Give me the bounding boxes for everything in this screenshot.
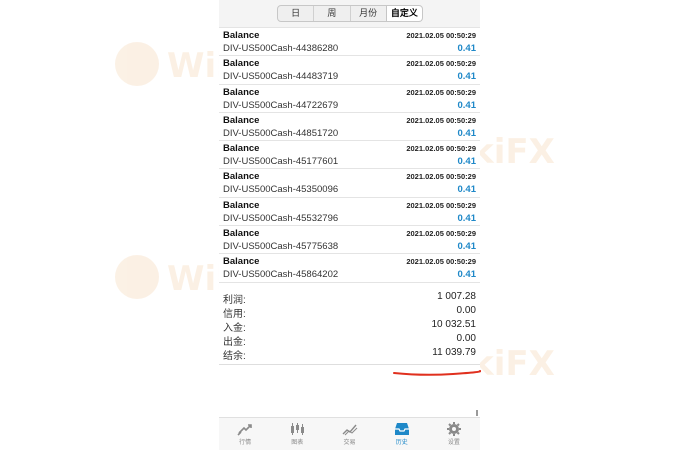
profit-label: 利润: bbox=[223, 295, 246, 306]
nav-trade-label: 交易 bbox=[343, 440, 356, 446]
nav-trade[interactable]: 交易 bbox=[323, 418, 375, 450]
deal-time: 2021.02.05 00:50:29 bbox=[406, 172, 476, 182]
deal-type: Balance bbox=[223, 171, 260, 183]
deal-symbol: DIV-US500Cash-45532796 bbox=[223, 212, 339, 224]
tab-custom[interactable]: 自定义 bbox=[386, 6, 422, 21]
credit-value: 0.00 bbox=[456, 305, 476, 316]
deal-time: 2021.02.05 00:50:29 bbox=[406, 115, 476, 125]
quotes-icon bbox=[237, 424, 252, 436]
deal-type: Balance bbox=[223, 30, 260, 41]
deal-time: 2021.02.05 00:50:29 bbox=[406, 87, 476, 97]
deal-time: 2021.02.05 00:50:29 bbox=[406, 31, 476, 40]
deal-amount: 0.41 bbox=[457, 156, 477, 168]
deal-symbol: DIV-US500Cash-44386280 bbox=[223, 43, 339, 54]
deal-type: Balance bbox=[223, 256, 260, 268]
deal-symbol: DIV-US500Cash-45864202 bbox=[223, 269, 339, 281]
deal-symbol: DIV-US500Cash-45350096 bbox=[223, 184, 339, 196]
deal-row[interactable]: Balance 2021.02.05 00:50:29 DIV-US500Cas… bbox=[219, 28, 480, 57]
deal-type: Balance bbox=[223, 143, 260, 155]
nav-chart-label: 图表 bbox=[291, 440, 304, 446]
withdrawal-value: 0.00 bbox=[456, 333, 476, 344]
red-underline-annotation bbox=[393, 370, 481, 376]
profit-value: 1 007.28 bbox=[437, 291, 476, 302]
summary-row-profit: 利润: 1 007.28 bbox=[219, 291, 480, 306]
deal-symbol: DIV-US500Cash-45775638 bbox=[223, 241, 339, 253]
tab-week[interactable]: 周 bbox=[314, 6, 351, 21]
period-segmented-control: 日 周 月份 自定义 bbox=[277, 5, 423, 22]
deal-amount: 0.41 bbox=[457, 43, 477, 54]
nav-quotes-label: 行情 bbox=[239, 440, 252, 446]
tab-day[interactable]: 日 bbox=[278, 6, 315, 21]
deal-row[interactable]: Balance 2021.02.05 00:50:29 DIV-US500Cas… bbox=[219, 56, 480, 85]
period-filter-bar: 日 周 月份 自定义 bbox=[219, 0, 480, 27]
credit-label: 信用: bbox=[223, 309, 246, 320]
deal-type: Balance bbox=[223, 86, 260, 98]
bottom-tab-bar: 行情 图表 交易 历史 设置 bbox=[219, 417, 480, 450]
settings-icon bbox=[446, 422, 461, 436]
nav-settings-label: 设置 bbox=[447, 440, 460, 446]
deals-list[interactable]: Balance 2021.02.05 00:50:29 DIV-US500Cas… bbox=[219, 6, 480, 283]
balance-label: 结余: bbox=[223, 351, 246, 362]
summary-row-deposit: 入金: 10 032.51 bbox=[219, 319, 480, 334]
deal-amount: 0.41 bbox=[457, 99, 477, 111]
deal-row[interactable]: Balance 2021.02.05 00:50:29 DIV-US500Cas… bbox=[219, 169, 480, 198]
deal-amount: 0.41 bbox=[457, 184, 477, 196]
deal-symbol: DIV-US500Cash-44722679 bbox=[223, 99, 339, 111]
summary-divider bbox=[219, 364, 480, 365]
deposit-label: 入金: bbox=[223, 323, 246, 334]
trade-icon bbox=[342, 424, 357, 436]
deal-amount: 0.41 bbox=[457, 269, 477, 281]
deal-type: Balance bbox=[223, 58, 260, 70]
deal-symbol: DIV-US500Cash-45177601 bbox=[223, 156, 339, 168]
deal-time: 2021.02.05 00:50:29 bbox=[406, 229, 476, 239]
deal-time: 2021.02.05 00:50:29 bbox=[406, 200, 476, 210]
deal-amount: 0.41 bbox=[457, 71, 477, 83]
deal-row[interactable]: Balance 2021.02.05 00:50:29 DIV-US500Cas… bbox=[219, 141, 480, 170]
deposit-value: 10 032.51 bbox=[431, 319, 477, 330]
withdrawal-label: 出金: bbox=[223, 337, 246, 348]
deal-row[interactable]: Balance 2021.02.05 00:50:29 DIV-US500Cas… bbox=[219, 226, 480, 255]
deal-row[interactable]: Balance 2021.02.05 00:50:29 DIV-US500Cas… bbox=[219, 254, 480, 283]
deal-row[interactable]: Balance 2021.02.05 00:50:29 DIV-US500Cas… bbox=[219, 198, 480, 227]
nav-history-label: 历史 bbox=[395, 440, 408, 446]
tab-month[interactable]: 月份 bbox=[351, 6, 387, 21]
deal-time: 2021.02.05 00:50:29 bbox=[406, 59, 476, 69]
nav-settings[interactable]: 设置 bbox=[428, 418, 480, 450]
summary-row-credit: 信用: 0.00 bbox=[219, 305, 480, 320]
deal-type: Balance bbox=[223, 228, 260, 240]
nav-quotes[interactable]: 行情 bbox=[219, 418, 271, 450]
deal-type: Balance bbox=[223, 199, 260, 211]
deal-type: Balance bbox=[223, 114, 260, 126]
summary-row-balance: 结余: 11 039.79 bbox=[219, 347, 480, 362]
summary-row-withdrawal: 出金: 0.00 bbox=[219, 333, 480, 348]
scroll-indicator bbox=[476, 410, 478, 416]
deal-time: 2021.02.05 00:50:29 bbox=[406, 144, 476, 154]
nav-history[interactable]: 历史 bbox=[376, 418, 428, 450]
deal-amount: 0.41 bbox=[457, 241, 477, 253]
account-summary: 利润: 1 007.28 信用: 0.00 入金: 10 032.51 出金: … bbox=[219, 291, 480, 362]
chart-icon bbox=[291, 423, 305, 435]
deal-row[interactable]: Balance 2021.02.05 00:50:29 DIV-US500Cas… bbox=[219, 85, 480, 113]
deal-symbol: DIV-US500Cash-44483719 bbox=[223, 71, 339, 83]
deal-symbol: DIV-US500Cash-44851720 bbox=[223, 127, 339, 139]
deal-time: 2021.02.05 00:50:29 bbox=[406, 257, 476, 267]
nav-chart[interactable]: 图表 bbox=[271, 418, 323, 450]
deal-amount: 0.41 bbox=[457, 212, 477, 224]
deal-row[interactable]: Balance 2021.02.05 00:50:29 DIV-US500Cas… bbox=[219, 113, 480, 142]
balance-value: 11 039.79 bbox=[432, 347, 476, 358]
deal-amount: 0.41 bbox=[457, 127, 477, 139]
history-icon bbox=[394, 423, 409, 435]
history-screen: Balance 2021.02.05 00:50:29 DIV-US500Cas… bbox=[219, 0, 480, 450]
